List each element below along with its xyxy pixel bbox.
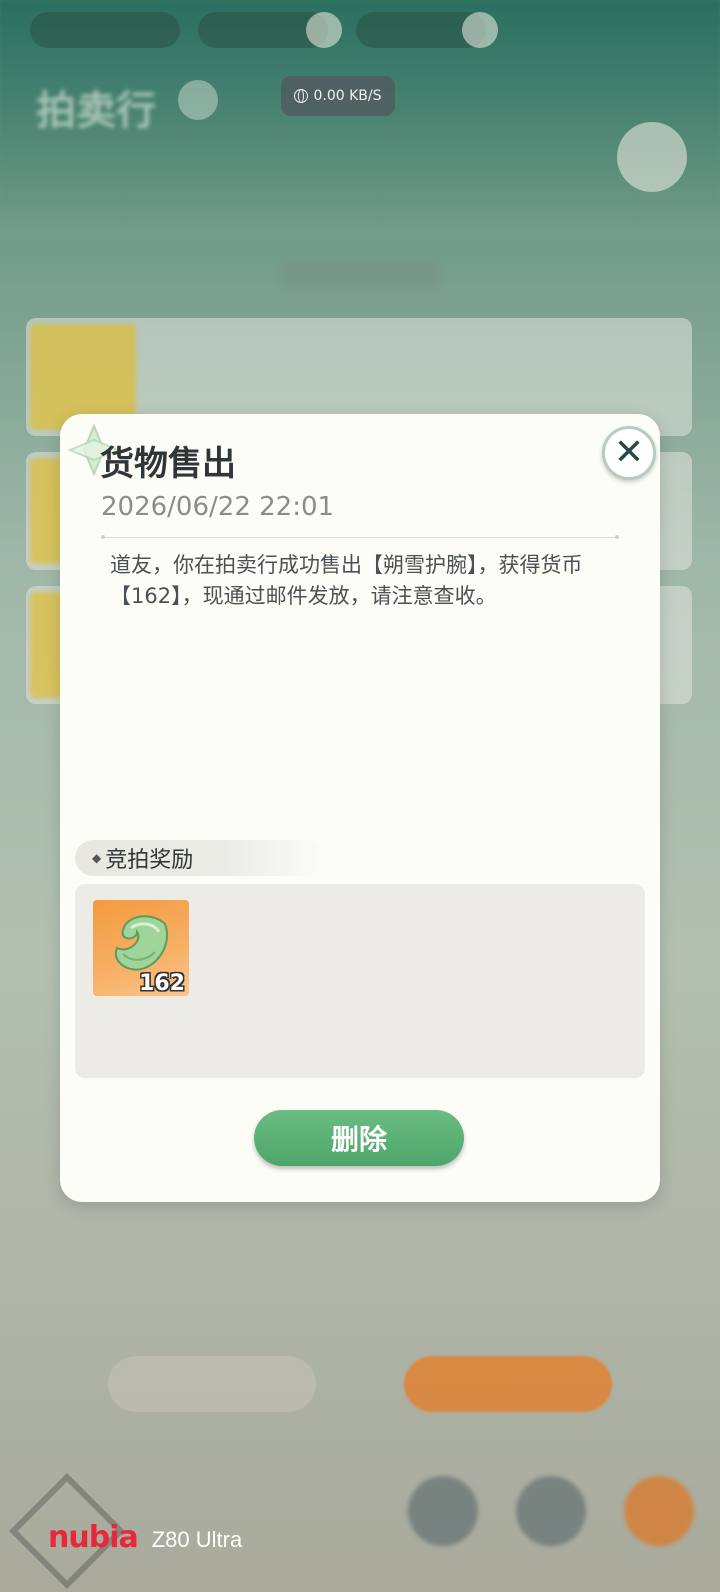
divider [101,535,619,539]
reward-item[interactable]: 162 [93,900,189,996]
device-watermark: nubia Z80 Ultra [48,1520,242,1555]
background-plus-icon-2 [462,12,498,48]
background-mail-icon [617,122,687,192]
reward-label-text: 竞拍奖励 [105,848,194,873]
background-subtitle [280,262,440,288]
background-title: 拍卖行 [36,88,156,134]
background-nav-icon [408,1476,478,1546]
close-button[interactable]: ✕ [602,426,656,480]
reward-section-label: ◆ 竞拍奖励 [75,840,325,876]
mail-body: 道友，你在拍卖行成功售出【朔雪护腕】，获得货币【162】，现通过邮件发放，请注意… [110,553,583,608]
mail-dialog: 货物售出 ✕ 2026/06/22 22:01 道友，你在拍卖行成功售出【朔雪护… [60,414,660,1202]
mail-date: 2026/06/22 22:01 [101,492,335,522]
background-player-pill [30,12,180,48]
background-nav-icon [624,1476,694,1546]
watermark-brand: nubia [48,1520,139,1555]
background-claim-all-button [404,1356,612,1412]
globe-icon [294,89,309,103]
network-speed-indicator: 0.00 KB/S [281,76,395,116]
reward-item-count: 162 [139,971,185,996]
background-help-icon [178,80,218,120]
dialog-title: 货物售出 [100,444,236,484]
reward-box: 162 [75,884,645,1078]
background-nav-icon [516,1476,586,1546]
watermark-model: Z80 Ultra [151,1527,243,1552]
close-icon: ✕ [613,432,645,473]
background-plus-icon [306,12,342,48]
network-speed-text: 0.00 KB/S [313,88,382,104]
diamond-bullet-icon: ◆ [92,851,102,865]
delete-button[interactable]: 删除 [254,1110,464,1166]
background-delete-all-button [108,1356,316,1412]
jade-currency-icon [114,915,168,971]
